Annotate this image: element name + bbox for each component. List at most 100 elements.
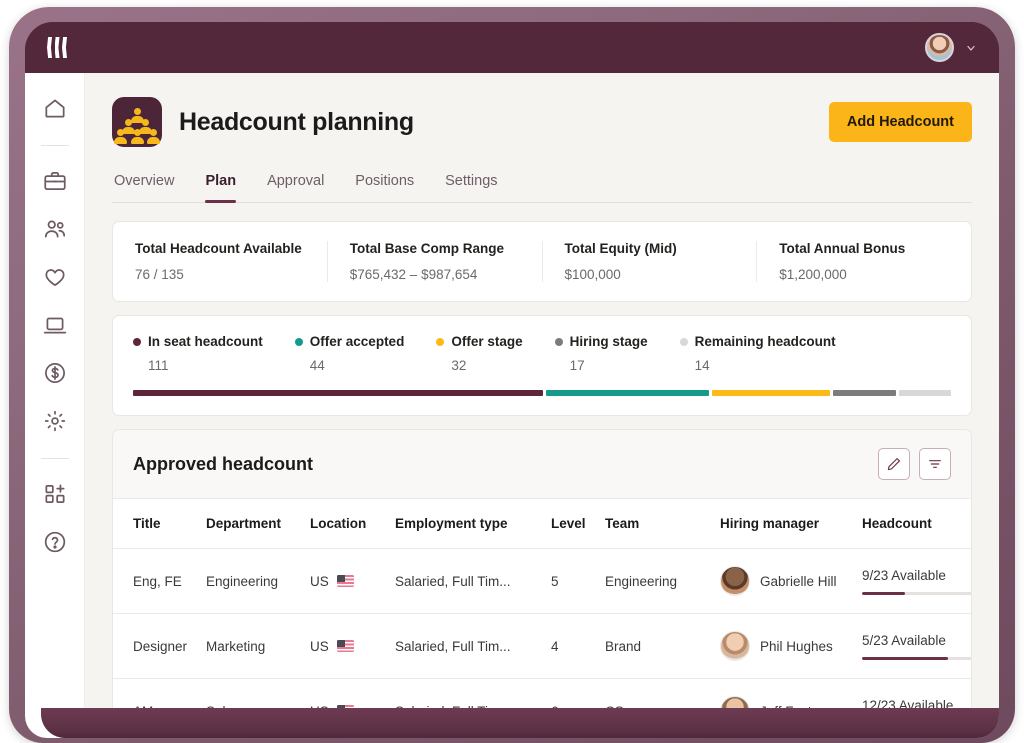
stat-card: Total Annual Bonus$1,200,000 bbox=[757, 241, 971, 282]
tab-approval[interactable]: Approval bbox=[267, 173, 324, 202]
device-screen: Headcount planning Add Headcount Overvie… bbox=[25, 22, 999, 738]
legend-label: Offer stage bbox=[451, 334, 522, 349]
column-header[interactable]: Location bbox=[310, 499, 395, 549]
sidebar-divider-top bbox=[41, 145, 69, 146]
table-row[interactable]: DesignerMarketingUSSalaried, Full Tim...… bbox=[113, 614, 972, 679]
progress-segment bbox=[712, 390, 830, 396]
cell-employment-type: Salaried, Full Tim... bbox=[395, 549, 551, 614]
headcount-progress-bar bbox=[862, 592, 972, 595]
legend-dot-icon bbox=[133, 338, 141, 346]
user-avatar[interactable] bbox=[925, 33, 954, 62]
approved-headcount-card: Approved headcount Title bbox=[112, 429, 972, 738]
people-icon[interactable] bbox=[42, 216, 68, 242]
device-frame: Headcount planning Add Headcount Overvie… bbox=[9, 7, 1015, 743]
chevron-down-icon[interactable] bbox=[965, 42, 977, 54]
legend: In seat headcount111Offer accepted44Offe… bbox=[133, 334, 951, 373]
cell-level: 5 bbox=[551, 549, 605, 614]
tab-overview[interactable]: Overview bbox=[114, 173, 174, 202]
cell-employment-type: Salaried, Full Tim... bbox=[395, 614, 551, 679]
gear-icon[interactable] bbox=[42, 408, 68, 434]
legend-value: 44 bbox=[310, 358, 405, 373]
location-label: US bbox=[310, 574, 329, 589]
sidebar bbox=[25, 73, 85, 738]
summary-stats-card: Total Headcount Available76 / 135 Total B… bbox=[112, 221, 972, 302]
column-header[interactable]: Title bbox=[113, 499, 206, 549]
stat-value: 76 / 135 bbox=[135, 267, 305, 282]
cell-headcount: 5/23 Available bbox=[862, 614, 972, 679]
us-flag-icon bbox=[337, 575, 354, 587]
apps-add-icon[interactable] bbox=[42, 481, 68, 507]
cell-team: Brand bbox=[605, 614, 720, 679]
main-content: Headcount planning Add Headcount Overvie… bbox=[85, 73, 999, 738]
headcount-label: 5/23 Available bbox=[862, 633, 972, 648]
filter-button[interactable] bbox=[919, 448, 951, 480]
progress-segment bbox=[133, 390, 543, 396]
top-bar-right bbox=[925, 33, 977, 62]
avatar bbox=[720, 631, 750, 661]
table-row[interactable]: Eng, FE Engineering US Salaried, Full Tim..… bbox=[113, 549, 972, 614]
page-header: Headcount planning Add Headcount bbox=[112, 97, 972, 147]
heart-icon[interactable] bbox=[42, 264, 68, 290]
cell-title: Eng, FE bbox=[113, 549, 206, 614]
headcount-breakdown-card: In seat headcount111Offer accepted44Offe… bbox=[112, 315, 972, 416]
page-title: Headcount planning bbox=[179, 108, 414, 137]
table-header-bar: Approved headcount bbox=[113, 430, 971, 499]
top-bar bbox=[25, 22, 999, 73]
stat-value: $765,432 – $987,654 bbox=[350, 267, 520, 282]
legend-dot-icon bbox=[555, 338, 563, 346]
help-circle-icon[interactable] bbox=[42, 529, 68, 555]
legend-value: 111 bbox=[148, 358, 263, 373]
avatar bbox=[720, 566, 750, 596]
laptop-icon[interactable] bbox=[42, 312, 68, 338]
tab-positions[interactable]: Positions bbox=[355, 173, 414, 202]
edit-button[interactable] bbox=[878, 448, 910, 480]
stat-value: $1,200,000 bbox=[779, 267, 949, 282]
headcount-progress-bar bbox=[862, 657, 972, 660]
column-header[interactable]: Department bbox=[206, 499, 310, 549]
headcount-pyramid-icon bbox=[112, 97, 162, 147]
legend-item: Offer accepted 44 bbox=[295, 334, 405, 373]
cell-department: Marketing bbox=[206, 614, 310, 679]
cell-location: US bbox=[310, 549, 395, 614]
legend-item: In seat headcount 111 bbox=[133, 334, 263, 373]
hiring-manager-name: Phil Hughes bbox=[760, 639, 833, 654]
table-actions bbox=[878, 448, 951, 480]
column-header[interactable]: Level bbox=[551, 499, 605, 549]
stat-card: Total Headcount Available76 / 135 bbox=[113, 241, 328, 282]
progress-segment bbox=[899, 390, 951, 396]
cell-team: Engineering bbox=[605, 549, 720, 614]
progress-segment bbox=[833, 390, 896, 396]
cell-headcount: 9/23 Available bbox=[862, 549, 972, 614]
stat-value: $100,000 bbox=[565, 267, 735, 282]
headcount-label: 9/23 Available bbox=[862, 568, 972, 583]
app-body: Headcount planning Add Headcount Overvie… bbox=[25, 73, 999, 738]
column-header[interactable]: Hiring manager bbox=[720, 499, 862, 549]
table-title: Approved headcount bbox=[133, 454, 313, 475]
legend-dot-icon bbox=[680, 338, 688, 346]
tab-settings[interactable]: Settings bbox=[445, 173, 497, 202]
home-icon[interactable] bbox=[42, 95, 68, 121]
tab-bar: Overview Plan Approval Positions Settings bbox=[112, 173, 972, 203]
dollar-circle-icon[interactable] bbox=[42, 360, 68, 386]
stat-label: Total Base Comp Range bbox=[350, 241, 520, 256]
column-header[interactable]: Team bbox=[605, 499, 720, 549]
column-header[interactable]: Headcount bbox=[862, 499, 972, 549]
headcount-progress-bar bbox=[133, 390, 951, 396]
hiring-manager-name: Gabrielle Hill bbox=[760, 574, 837, 589]
tab-plan[interactable]: Plan bbox=[205, 173, 236, 202]
legend-value: 14 bbox=[695, 358, 836, 373]
add-headcount-button[interactable]: Add Headcount bbox=[829, 102, 972, 142]
legend-label: In seat headcount bbox=[148, 334, 263, 349]
legend-item: Hiring stage17 bbox=[555, 334, 648, 373]
cell-hiring-manager: Phil Hughes bbox=[720, 614, 862, 679]
column-header[interactable]: Employment type bbox=[395, 499, 551, 549]
approved-headcount-table: TitleDepartmentLocationEmployment typeLe… bbox=[113, 499, 972, 738]
cell-location: US bbox=[310, 614, 395, 679]
legend-item: Offer stage32 bbox=[436, 334, 522, 373]
brand-logo-icon[interactable] bbox=[47, 37, 67, 59]
legend-dot-icon bbox=[436, 338, 444, 346]
cell-title: Designer bbox=[113, 614, 206, 679]
legend-label: Offer accepted bbox=[310, 334, 405, 349]
legend-item: Remaining headcount14 bbox=[680, 334, 836, 373]
briefcase-icon[interactable] bbox=[42, 168, 68, 194]
